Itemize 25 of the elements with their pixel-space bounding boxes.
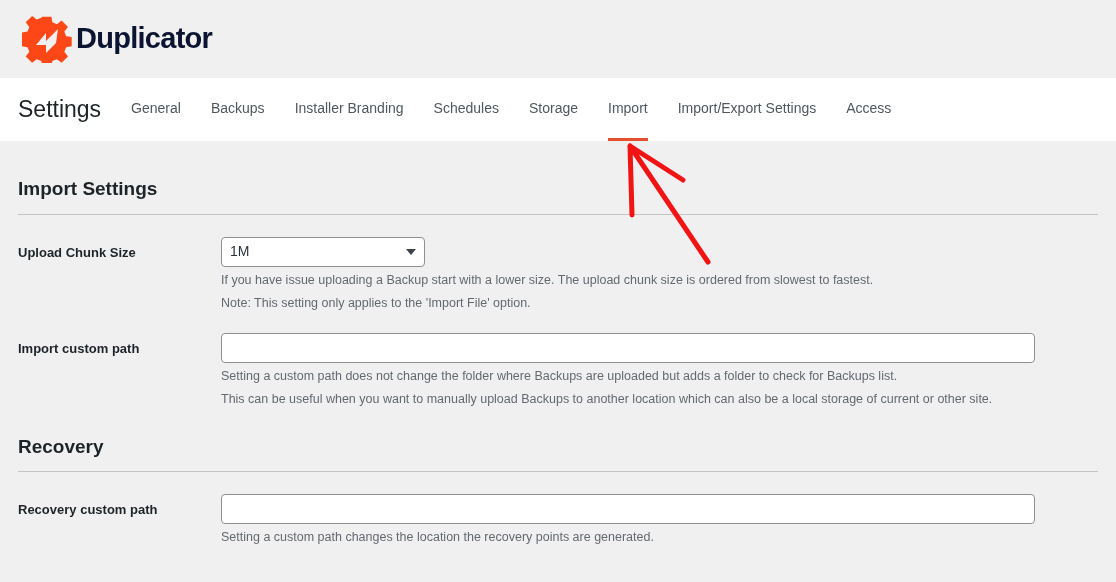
field-description: This can be useful when you want to manually upload Backups to another location which can also be a local storage of current or other site.	[221, 390, 994, 408]
gear-logo-icon	[22, 15, 72, 63]
path-input-field[interactable]	[221, 332, 1035, 363]
caret-icon	[406, 248, 416, 255]
settings-tab[interactable]: Access	[846, 78, 892, 141]
settings-tab[interactable]: Installer Branding	[294, 78, 404, 141]
page-title: Settings	[18, 95, 102, 125]
settings-tab[interactable]: Import/Export Settings	[677, 78, 817, 141]
settings-tab[interactable]: Backups	[210, 78, 265, 141]
field-label: Import custom path	[18, 339, 141, 358]
settings-tab[interactable]: Schedules	[433, 78, 499, 141]
section-heading: Import Settings	[18, 141, 1098, 215]
field-description: Setting a custom path changes the location the recovery points are generated.	[221, 529, 655, 546]
field-description: Note: This setting only applies to the 'Import File' option.	[221, 294, 532, 312]
section-heading: Recovery	[18, 418, 1098, 472]
logo-text: Duplicator	[76, 21, 213, 57]
settings-tab[interactable]: Storage	[528, 78, 578, 141]
field-description: Setting a custom path does not change the folder where Backups are uploaded but adds a folder to check for Backups list.	[221, 367, 899, 385]
path-input-field[interactable]	[221, 494, 1035, 524]
settings-tab[interactable]: General	[131, 78, 181, 141]
field-label: Recovery custom path	[18, 501, 159, 519]
settings-tab[interactable]: Import	[608, 78, 648, 141]
field-label: Upload Chunk Size	[18, 243, 137, 262]
chunk-size-select[interactable]: 1M	[221, 236, 425, 267]
field-description: If you have issue uploading a Backup start with a lower size. The upload chunk size is ordered from slowest to fastest.	[221, 271, 874, 289]
